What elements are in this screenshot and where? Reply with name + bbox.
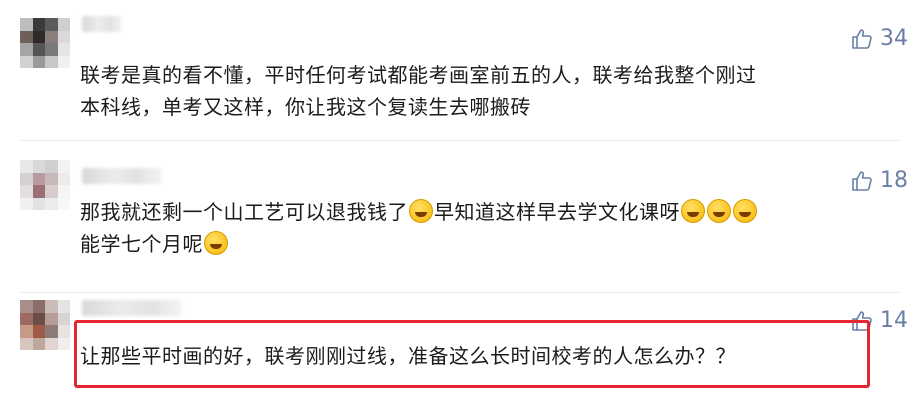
thumbs-up-icon [852, 170, 872, 191]
laughing-face-emoji-icon [707, 199, 731, 223]
highlight-box [74, 320, 870, 388]
username-blurred [82, 168, 162, 184]
like-count: 34 [880, 26, 908, 51]
comment-line: 那我就还剩一个山工艺可以退我钱了 早知道这样早去学文化课呀 [80, 196, 890, 228]
like-count: 14 [880, 308, 908, 333]
laughing-face-emoji-icon [733, 199, 757, 223]
comment-text: 联考是真的看不懂，平时任何考试都能考画室前五的人，联考给我整个刚过 本科线，单考… [80, 59, 890, 123]
username-blurred [82, 300, 182, 316]
like-count: 18 [880, 168, 908, 193]
comment-line: 联考是真的看不懂，平时任何考试都能考画室前五的人，联考给我整个刚过 [80, 63, 757, 87]
like-button[interactable]: 34 [850, 26, 908, 51]
laughing-face-emoji-icon [204, 231, 228, 255]
username-blurred [82, 16, 122, 32]
laughing-face-emoji-icon [409, 199, 433, 223]
comment-item: 34 联考是真的看不懂，平时任何考试都能考画室前五的人，联考给我整个刚过 本科线… [0, 0, 916, 135]
avatar[interactable] [20, 18, 70, 68]
thumbs-up-icon [852, 28, 872, 49]
comment-line: 本科线，单考又这样，你让我这个复读生去哪搬砖 [80, 95, 531, 119]
comment-segment: 能学七个月呢 [80, 232, 203, 256]
comment-segment: 那我就还剩一个山工艺可以退我钱了 [80, 200, 408, 224]
comment-line: 能学七个月呢 [80, 228, 890, 260]
comment-text: 那我就还剩一个山工艺可以退我钱了 早知道这样早去学文化课呀 能学七个月呢 [80, 196, 890, 260]
comment-item: 18 那我就还剩一个山工艺可以退我钱了 早知道这样早去学文化课呀 能学七个月呢 [0, 140, 916, 290]
like-button[interactable]: 18 [850, 168, 908, 193]
comment-segment: 早知道这样早去学文化课呀 [434, 200, 680, 224]
laughing-face-emoji-icon [681, 199, 705, 223]
avatar[interactable] [20, 160, 70, 210]
avatar[interactable] [20, 300, 70, 350]
